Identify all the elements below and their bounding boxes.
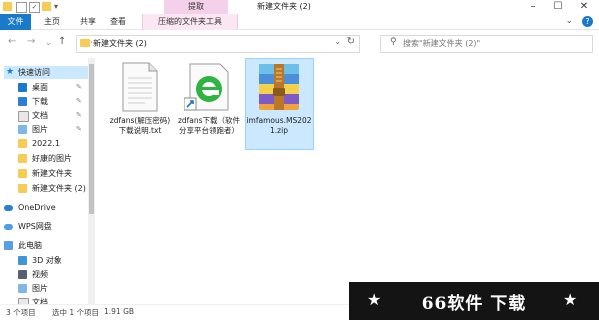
nav-label: 图片 <box>32 125 48 134</box>
picture-icon <box>18 125 27 134</box>
nav-label: 2022.1 <box>32 139 60 148</box>
pin-icon[interactable]: ✎ <box>76 109 82 122</box>
navigation-bar: ← → ⌄ ↑ › 新建文件夹 (2) ⌄ ↻ ⚲ 搜索"新建文件夹 (2)" <box>0 31 599 55</box>
help-icon[interactable]: ? <box>582 16 593 27</box>
folder-icon <box>80 39 90 47</box>
nav-item-pictures[interactable]: 图片 ✎ <box>18 123 88 136</box>
nav-item-videos[interactable]: 视频 <box>18 268 88 281</box>
nav-label: 桌面 <box>32 83 48 92</box>
winrar-archive-icon <box>259 64 299 110</box>
search-box[interactable]: ⚲ 搜索"新建文件夹 (2)" <box>380 35 593 53</box>
file-name: zdfans(解压密码)下载说明.txt <box>109 116 171 135</box>
folder-icon <box>18 154 27 163</box>
nav-this-pc[interactable]: 此电脑 <box>4 239 88 252</box>
pin-icon[interactable]: ✎ <box>76 123 82 136</box>
nav-label: OneDrive <box>18 203 56 212</box>
watermark-text: 66软件 下载 <box>421 294 527 314</box>
nav-item-pc-documents[interactable]: 文档 <box>18 296 88 304</box>
close-button[interactable]: ✕ <box>571 0 597 14</box>
nav-label: 3D 对象 <box>32 256 62 265</box>
file-name: zdfans下载（软件分享平台领跑者） <box>177 116 241 135</box>
minimize-button[interactable]: – <box>520 0 546 14</box>
computer-icon <box>4 241 13 250</box>
cube-icon <box>18 256 27 265</box>
desktop-icon <box>18 83 27 92</box>
selected-count: 选中 1 个项目 <box>52 308 100 317</box>
title-bar: ✓ ▾ 提取 新建文件夹 (2) – ☐ ✕ <box>0 0 599 14</box>
cloud-icon <box>4 205 13 211</box>
file-name: imfamous.MS2021.zip <box>246 116 312 135</box>
tab-compressed-folder-tools[interactable]: 压缩的文件夹工具 <box>142 14 238 30</box>
qat-dropdown-icon[interactable]: ▾ <box>54 2 63 11</box>
window-title: 新建文件夹 (2) <box>257 2 311 11</box>
new-folder-icon[interactable] <box>42 2 51 11</box>
watermark-banner: ★ 66软件 下载 ★ <box>349 282 599 320</box>
extract-context-label[interactable]: 提取 <box>164 0 228 14</box>
folder-icon <box>18 184 27 193</box>
properties-icon[interactable] <box>16 2 27 13</box>
wps-cloud-icon <box>4 224 13 230</box>
folder-icon <box>18 139 27 148</box>
back-button[interactable]: ← <box>8 36 16 47</box>
nav-item-pc-pictures[interactable]: 图片 <box>18 282 88 295</box>
nav-onedrive[interactable]: OneDrive <box>4 201 88 214</box>
pin-icon[interactable]: ✎ <box>76 95 82 108</box>
search-input[interactable]: 搜索"新建文件夹 (2)" <box>403 38 480 49</box>
star-icon: ★ <box>6 67 15 77</box>
tab-home[interactable]: 主页 <box>38 14 66 30</box>
nav-wps[interactable]: WPS网盘 <box>4 220 88 233</box>
navigation-pane: ★ 快速访问 桌面 ✎ 下载 ✎ 文档 ✎ 图片 ✎ 2022.1 好康的图片 … <box>0 58 96 304</box>
pin-icon[interactable]: ✎ <box>76 81 82 94</box>
nav-label: 文档 <box>32 298 48 304</box>
nav-label: 快速访问 <box>18 68 50 77</box>
nav-label: 好康的图片 <box>32 154 72 163</box>
ie-shortcut-icon <box>184 63 229 111</box>
nav-label: WPS网盘 <box>18 222 52 231</box>
video-icon <box>18 270 27 279</box>
nav-label: 下载 <box>32 97 48 106</box>
nav-item-new-folder[interactable]: 新建文件夹 <box>18 167 88 180</box>
nav-label: 新建文件夹 (2) <box>32 184 86 193</box>
search-icon: ⚲ <box>390 37 397 47</box>
tab-view[interactable]: 查看 <box>104 14 132 30</box>
ribbon-expand-icon[interactable]: ⌄ <box>565 16 573 26</box>
recent-dropdown-icon[interactable]: ⌄ <box>45 38 52 47</box>
ribbon-tabs: 文件 主页 共享 查看 压缩的文件夹工具 ⌄ ? <box>0 14 599 30</box>
refresh-icon[interactable]: ↻ <box>347 36 355 47</box>
txt-file-icon <box>122 62 158 112</box>
star-icon: ★ <box>563 290 578 309</box>
nav-item-desktop[interactable]: 桌面 ✎ <box>18 81 88 94</box>
tab-share[interactable]: 共享 <box>74 14 102 30</box>
nav-label: 此电脑 <box>18 241 42 250</box>
address-dropdown-icon[interactable]: ⌄ <box>334 37 341 46</box>
nav-label: 新建文件夹 <box>32 169 72 178</box>
up-button[interactable]: ↑ <box>58 36 66 47</box>
nav-quick-access[interactable]: ★ 快速访问 <box>4 66 89 79</box>
nav-label: 视频 <box>32 270 48 279</box>
nav-item-documents[interactable]: 文档 ✎ <box>18 109 88 122</box>
nav-scrollbar[interactable] <box>88 58 95 304</box>
address-bar[interactable]: › 新建文件夹 (2) ⌄ ↻ <box>76 35 360 53</box>
nav-item-downloads[interactable]: 下载 ✎ <box>18 95 88 108</box>
item-count: 3 个项目 <box>6 308 36 317</box>
folder-icon <box>3 2 12 11</box>
picture-icon <box>18 284 27 293</box>
forward-button[interactable]: → <box>27 36 35 47</box>
nav-item-2022-1[interactable]: 2022.1 <box>18 137 88 150</box>
maximize-button[interactable]: ☐ <box>545 0 571 14</box>
breadcrumb[interactable]: 新建文件夹 (2) <box>93 38 147 49</box>
nav-label: 图片 <box>32 284 48 293</box>
document-icon <box>18 111 29 122</box>
selected-size: 1.91 GB <box>104 307 135 316</box>
nav-label: 文档 <box>32 111 48 120</box>
download-icon <box>18 97 27 106</box>
nav-item-3d-objects[interactable]: 3D 对象 <box>18 254 88 267</box>
folder-icon <box>18 169 27 178</box>
tab-file[interactable]: 文件 <box>0 14 31 30</box>
checkbox-icon[interactable]: ✓ <box>29 2 40 13</box>
nav-item-good-pictures[interactable]: 好康的图片 <box>18 152 88 165</box>
nav-scrollbar-thumb[interactable] <box>89 64 94 214</box>
nav-item-new-folder-2[interactable]: 新建文件夹 (2) <box>18 182 88 195</box>
